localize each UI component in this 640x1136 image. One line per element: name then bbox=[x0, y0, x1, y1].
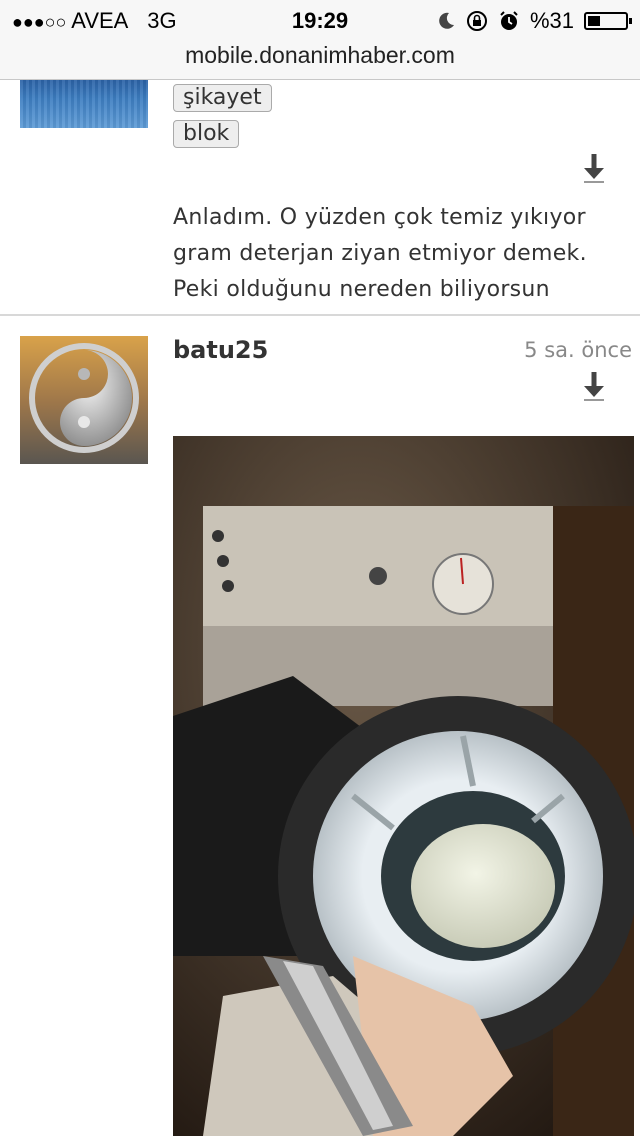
post-username[interactable]: batu25 bbox=[173, 336, 268, 364]
download-arrow-icon[interactable] bbox=[582, 372, 606, 402]
download-arrow-icon[interactable] bbox=[582, 154, 606, 184]
battery-icon bbox=[584, 12, 632, 30]
status-bar: ●●●○○ AVEA 3G 19:29 %31 bbox=[0, 0, 640, 40]
post-text-line: gram deterjan ziyan etmiyor demek. bbox=[173, 241, 587, 266]
post-body-1: Anladım. O yüzden çok temiz yıkıyor gram… bbox=[173, 200, 628, 308]
post-text-line: Anladım. O yüzden çok temiz yıkıyor bbox=[173, 205, 586, 230]
post-attached-photo[interactable] bbox=[173, 436, 634, 1136]
user-avatar-1[interactable] bbox=[20, 80, 148, 128]
post-text-line: Peki olduğunu nereden biliyorsun bbox=[173, 277, 550, 302]
alarm-icon bbox=[500, 11, 518, 30]
post-divider bbox=[0, 314, 640, 316]
block-button[interactable]: blok bbox=[173, 120, 240, 148]
battery-percent: %31 bbox=[529, 8, 574, 33]
complain-button[interactable]: şikayet bbox=[173, 84, 272, 112]
url-text: mobile.donanimhaber.com bbox=[185, 42, 455, 68]
user-avatar-2[interactable] bbox=[20, 336, 148, 464]
battery-fill bbox=[588, 16, 601, 26]
moon-icon bbox=[439, 12, 454, 29]
rotation-lock-icon bbox=[466, 11, 487, 31]
url-bar[interactable]: mobile.donanimhaber.com bbox=[0, 40, 640, 80]
post-timestamp: 5 sa. önce bbox=[524, 338, 632, 362]
status-bar-right: %31 bbox=[436, 8, 632, 34]
yin-yang-avatar-icon bbox=[20, 336, 148, 464]
photo-illustration bbox=[173, 436, 634, 1136]
